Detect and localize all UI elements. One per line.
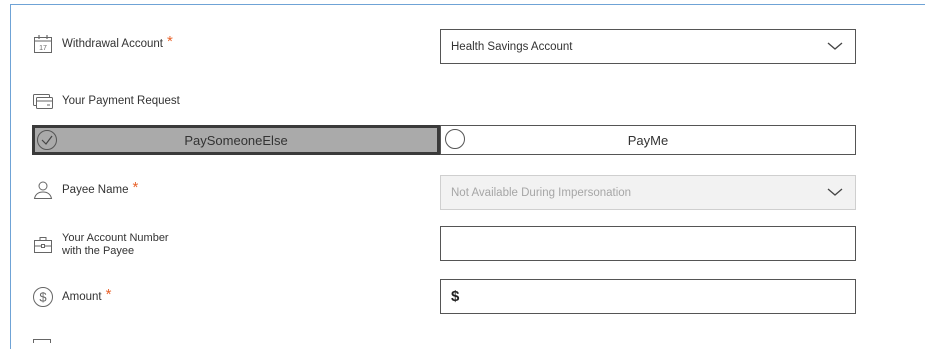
required-marker: * [132,179,139,196]
withdrawal-account-label-row: 17 Withdrawal Account * [32,33,173,55]
chevron-down-icon [827,188,843,200]
radio-empty-icon [445,129,465,149]
withdrawal-account-select[interactable]: Health Savings Account [440,29,856,64]
check-circle-icon [37,130,57,150]
option-pay-someone-else[interactable]: PaySomeoneElse [32,125,440,155]
person-icon [32,179,54,201]
briefcase-icon [32,234,54,256]
payment-request-label-row: Your Payment Request [32,90,180,112]
amount-input[interactable]: $ [440,279,856,314]
next-row-icon-cutoff [32,334,52,343]
amount-value: $ [451,288,460,305]
dollar-circle-icon: $ [32,286,54,308]
svg-text:$: $ [39,290,47,305]
calendar-icon: 17 [32,33,54,55]
payee-name-label: Payee Name [62,184,129,196]
account-number-label: Your Account Number with the Payee [62,232,169,258]
withdrawal-account-value: Health Savings Account [451,40,573,53]
account-number-label-line1: Your Account Number [62,232,169,244]
option-pay-me-label: PayMe [627,132,669,148]
payee-name-label-row: Payee Name * [32,179,138,201]
payment-request-label: Your Payment Request [62,95,180,107]
account-number-input[interactable] [440,226,856,261]
payee-name-value: Not Available During Impersonation [451,186,632,199]
card-icon [32,90,54,112]
amount-label: Amount [62,291,102,303]
account-number-label-row: Your Account Number with the Payee [32,232,169,258]
amount-label-row: $ Amount * [32,286,111,308]
payee-name-select[interactable]: Not Available During Impersonation [440,175,856,210]
required-marker: * [105,286,112,303]
calendar-day-number: 17 [39,45,47,52]
option-pay-someone-else-label: PaySomeoneElse [184,132,288,148]
account-number-label-line2: with the Payee [62,245,135,257]
chevron-down-icon [827,42,843,54]
required-marker: * [167,33,173,50]
option-pay-me[interactable]: PayMe [440,125,856,155]
withdrawal-account-label: Withdrawal Account [62,38,163,50]
